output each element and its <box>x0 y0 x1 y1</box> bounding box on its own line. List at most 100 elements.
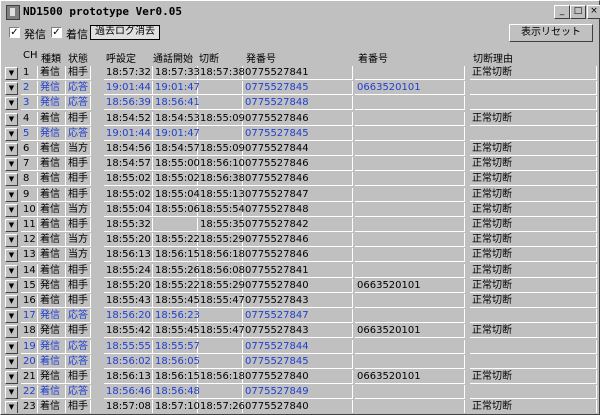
col-call-start[interactable]: 通話開始 <box>153 50 193 65</box>
call-setup-cell: 18:56:13 <box>104 370 153 384</box>
disconnect-cell: 18:55:09 <box>198 111 245 126</box>
table-row[interactable]: ▼ 22 着信 応答 18:56:46 18:56:48 0775527849 <box>3 385 597 400</box>
caller-number-cell: 0775527846 <box>243 157 353 172</box>
table-row[interactable]: ▼ 19 発信 応答 18:55:55 18:55:57 0775527844 <box>3 339 597 355</box>
call-start-cell: 18:55:06 <box>153 202 200 217</box>
outgoing-checkbox[interactable]: ✓ <box>9 27 20 38</box>
incoming-checkbox[interactable]: ✓ <box>51 27 62 38</box>
row-select-icon[interactable]: ▼ <box>5 401 18 413</box>
table-row[interactable]: ▼ 5 発信 応答 19:01:44 19:01:47 0775527845 <box>3 126 597 142</box>
disconnect-reason-cell: 正常切断 <box>470 142 597 156</box>
col-disconnect-reason[interactable]: 切断理由 <box>473 50 513 65</box>
callee-number-cell <box>355 111 465 126</box>
row-select-icon[interactable]: ▼ <box>5 249 18 263</box>
call-start-cell: 18:55:22 <box>153 233 200 248</box>
row-select-icon[interactable]: ▼ <box>5 310 18 324</box>
maximize-button[interactable]: □ <box>570 5 586 19</box>
ch-cell: 9 <box>21 187 38 202</box>
type-cell: 着信 <box>38 172 66 187</box>
row-select-icon[interactable]: ▼ <box>5 67 18 80</box>
table-row[interactable]: ▼ 15 発信 相手 18:55:20 18:55:22 18:55:29 077552784… <box>3 278 597 294</box>
col-call-setup[interactable]: 呼設定 <box>106 50 136 65</box>
row-select-icon[interactable]: ▼ <box>5 279 18 293</box>
row-select-icon[interactable]: ▼ <box>5 143 18 156</box>
table-row[interactable]: ▼ 6 着信 当方 18:54:56 18:54:57 18:55:09 0775527844… <box>3 142 597 157</box>
type-cell: 着信 <box>38 218 66 232</box>
disconnect-reason-cell: 正常切断 <box>470 324 597 339</box>
disconnect-reason-cell: 正常切断 <box>470 233 597 248</box>
disconnect-reason-cell: 正常切断 <box>470 263 597 278</box>
table-row[interactable]: ▼ 10 着信 当方 18:55:04 18:55:06 18:55:54 077552784… <box>3 202 597 218</box>
table-row[interactable]: ▼ 17 発信 応答 18:56:20 18:56:23 0775527847 <box>3 309 597 324</box>
table-row[interactable]: ▼ 4 着信 相手 18:54:52 18:54:53 18:55:09 0775527846… <box>3 111 597 127</box>
row-select-icon[interactable]: ▼ <box>5 173 18 187</box>
callee-number-cell <box>355 263 465 278</box>
app-icon <box>6 5 20 20</box>
reset-display-button[interactable]: 表示リセット <box>509 24 593 42</box>
table-row[interactable]: ▼ 18 発信 相手 18:55:42 18:55:45 18:55:47 077552784… <box>3 324 597 339</box>
table-row[interactable]: ▼ 8 着信 相手 18:55:02 18:55:02 18:56:38 0775527846… <box>3 172 597 187</box>
title-bar[interactable]: ND1500 prototype Ver0.05 _ □ × <box>3 3 600 21</box>
type-cell: 着信 <box>38 111 66 126</box>
table-row[interactable]: ▼ 21 発信 相手 18:56:13 18:56:15 18:56:18 077552784… <box>3 370 597 385</box>
table-header: CH 種類 状態 呼設定 通話開始 切断 発番号 着番号 切断理由 <box>3 50 597 65</box>
row-select-icon[interactable]: ▼ <box>5 386 18 400</box>
disconnect-cell: 18:56:10 <box>198 157 245 172</box>
minimize-button[interactable]: _ <box>554 5 570 19</box>
row-select-icon[interactable]: ▼ <box>5 355 18 369</box>
caller-number-cell: 0775527840 <box>243 278 353 293</box>
row-select-icon[interactable]: ▼ <box>5 203 18 217</box>
row-select-icon[interactable]: ▼ <box>5 340 18 354</box>
call-setup-cell: 19:01:44 <box>104 126 153 141</box>
caller-number-cell: 0775527847 <box>243 187 353 202</box>
col-type[interactable]: 種類 <box>41 50 61 65</box>
table-row[interactable]: ▼ 3 発信 応答 18:56:39 18:56:41 0775527848 <box>3 96 597 111</box>
table-row[interactable]: ▼ 13 着信 当方 18:56:13 18:56:15 18:56:18 077552784… <box>3 248 597 263</box>
row-select-icon[interactable]: ▼ <box>5 371 18 384</box>
caller-number-cell: 0775527848 <box>243 96 353 111</box>
table-row[interactable]: ▼ 23 着信 相手 18:57:08 18:57:10 18:57:26 077552784… <box>3 400 597 413</box>
call-setup-cell: 18:55:55 <box>104 339 153 354</box>
state-cell: 相手 <box>66 400 91 413</box>
caller-number-cell: 0775527840 <box>243 400 353 413</box>
row-select-icon[interactable]: ▼ <box>5 127 18 141</box>
row-select-icon[interactable]: ▼ <box>5 264 18 278</box>
ch-cell: 20 <box>21 354 38 369</box>
row-select-icon[interactable]: ▼ <box>5 234 18 248</box>
close-button[interactable]: × <box>587 5 600 19</box>
col-state[interactable]: 状態 <box>68 50 88 65</box>
table-row[interactable]: ▼ 11 着信 相手 18:55:32 18:55:35 0775527842 正常切断 <box>3 218 597 233</box>
row-select-icon[interactable]: ▼ <box>5 325 18 339</box>
disconnect-cell: 18:55:35 <box>198 218 245 232</box>
table-row[interactable]: ▼ 12 着信 当方 18:55:20 18:55:22 18:55:29 077552784… <box>3 233 597 248</box>
row-select-icon[interactable]: ▼ <box>5 295 18 308</box>
ch-cell: 21 <box>21 370 38 384</box>
table-row[interactable]: ▼ 16 着信 相手 18:55:43 18:55:45 18:55:47 077552784… <box>3 294 597 309</box>
table-row[interactable]: ▼ 20 着信 応答 18:56:02 18:56:05 0775527845 <box>3 354 597 370</box>
col-caller-number[interactable]: 発番号 <box>246 50 276 65</box>
table-row[interactable]: ▼ 2 発信 応答 19:01:44 19:01:47 0775527845 06635201… <box>3 81 597 96</box>
disconnect-reason-cell: 正常切断 <box>470 400 597 413</box>
disconnect-reason-cell <box>470 81 597 96</box>
row-select-icon[interactable]: ▼ <box>5 112 18 126</box>
type-cell: 着信 <box>38 248 66 263</box>
table-row[interactable]: ▼ 7 着信 相手 18:54:57 18:55:00 18:56:10 0775527846… <box>3 157 597 172</box>
row-select-icon[interactable]: ▼ <box>5 82 18 96</box>
col-callee-number[interactable]: 着番号 <box>358 50 388 65</box>
table-row[interactable]: ▼ 9 着信 相手 18:55:02 18:55:04 18:55:13 0775527847… <box>3 187 597 203</box>
row-select-icon[interactable]: ▼ <box>5 97 18 111</box>
table-row[interactable]: ▼ 1 着信 相手 18:57:32 18:57:33 18:57:38 0775527841… <box>3 66 597 81</box>
disconnect-cell: 18:57:26 <box>200 400 245 413</box>
table-row[interactable]: ▼ 14 着信 相手 18:55:24 18:55:26 18:56:08 077552784… <box>3 263 597 279</box>
row-select-icon[interactable]: ▼ <box>5 188 18 202</box>
col-ch[interactable]: CH <box>23 50 38 61</box>
row-select-icon[interactable]: ▼ <box>5 158 18 172</box>
row-select-icon[interactable]: ▼ <box>5 219 18 232</box>
disconnect-cell: 18:57:38 <box>198 66 245 80</box>
state-cell: 相手 <box>66 66 91 80</box>
disconnect-reason-cell: 正常切断 <box>470 187 597 202</box>
col-disconnect[interactable]: 切断 <box>199 50 219 65</box>
type-cell: 着信 <box>38 187 66 202</box>
call-setup-cell: 18:55:43 <box>104 294 153 308</box>
erase-log-button[interactable]: 過去ログ消去 <box>90 25 160 40</box>
